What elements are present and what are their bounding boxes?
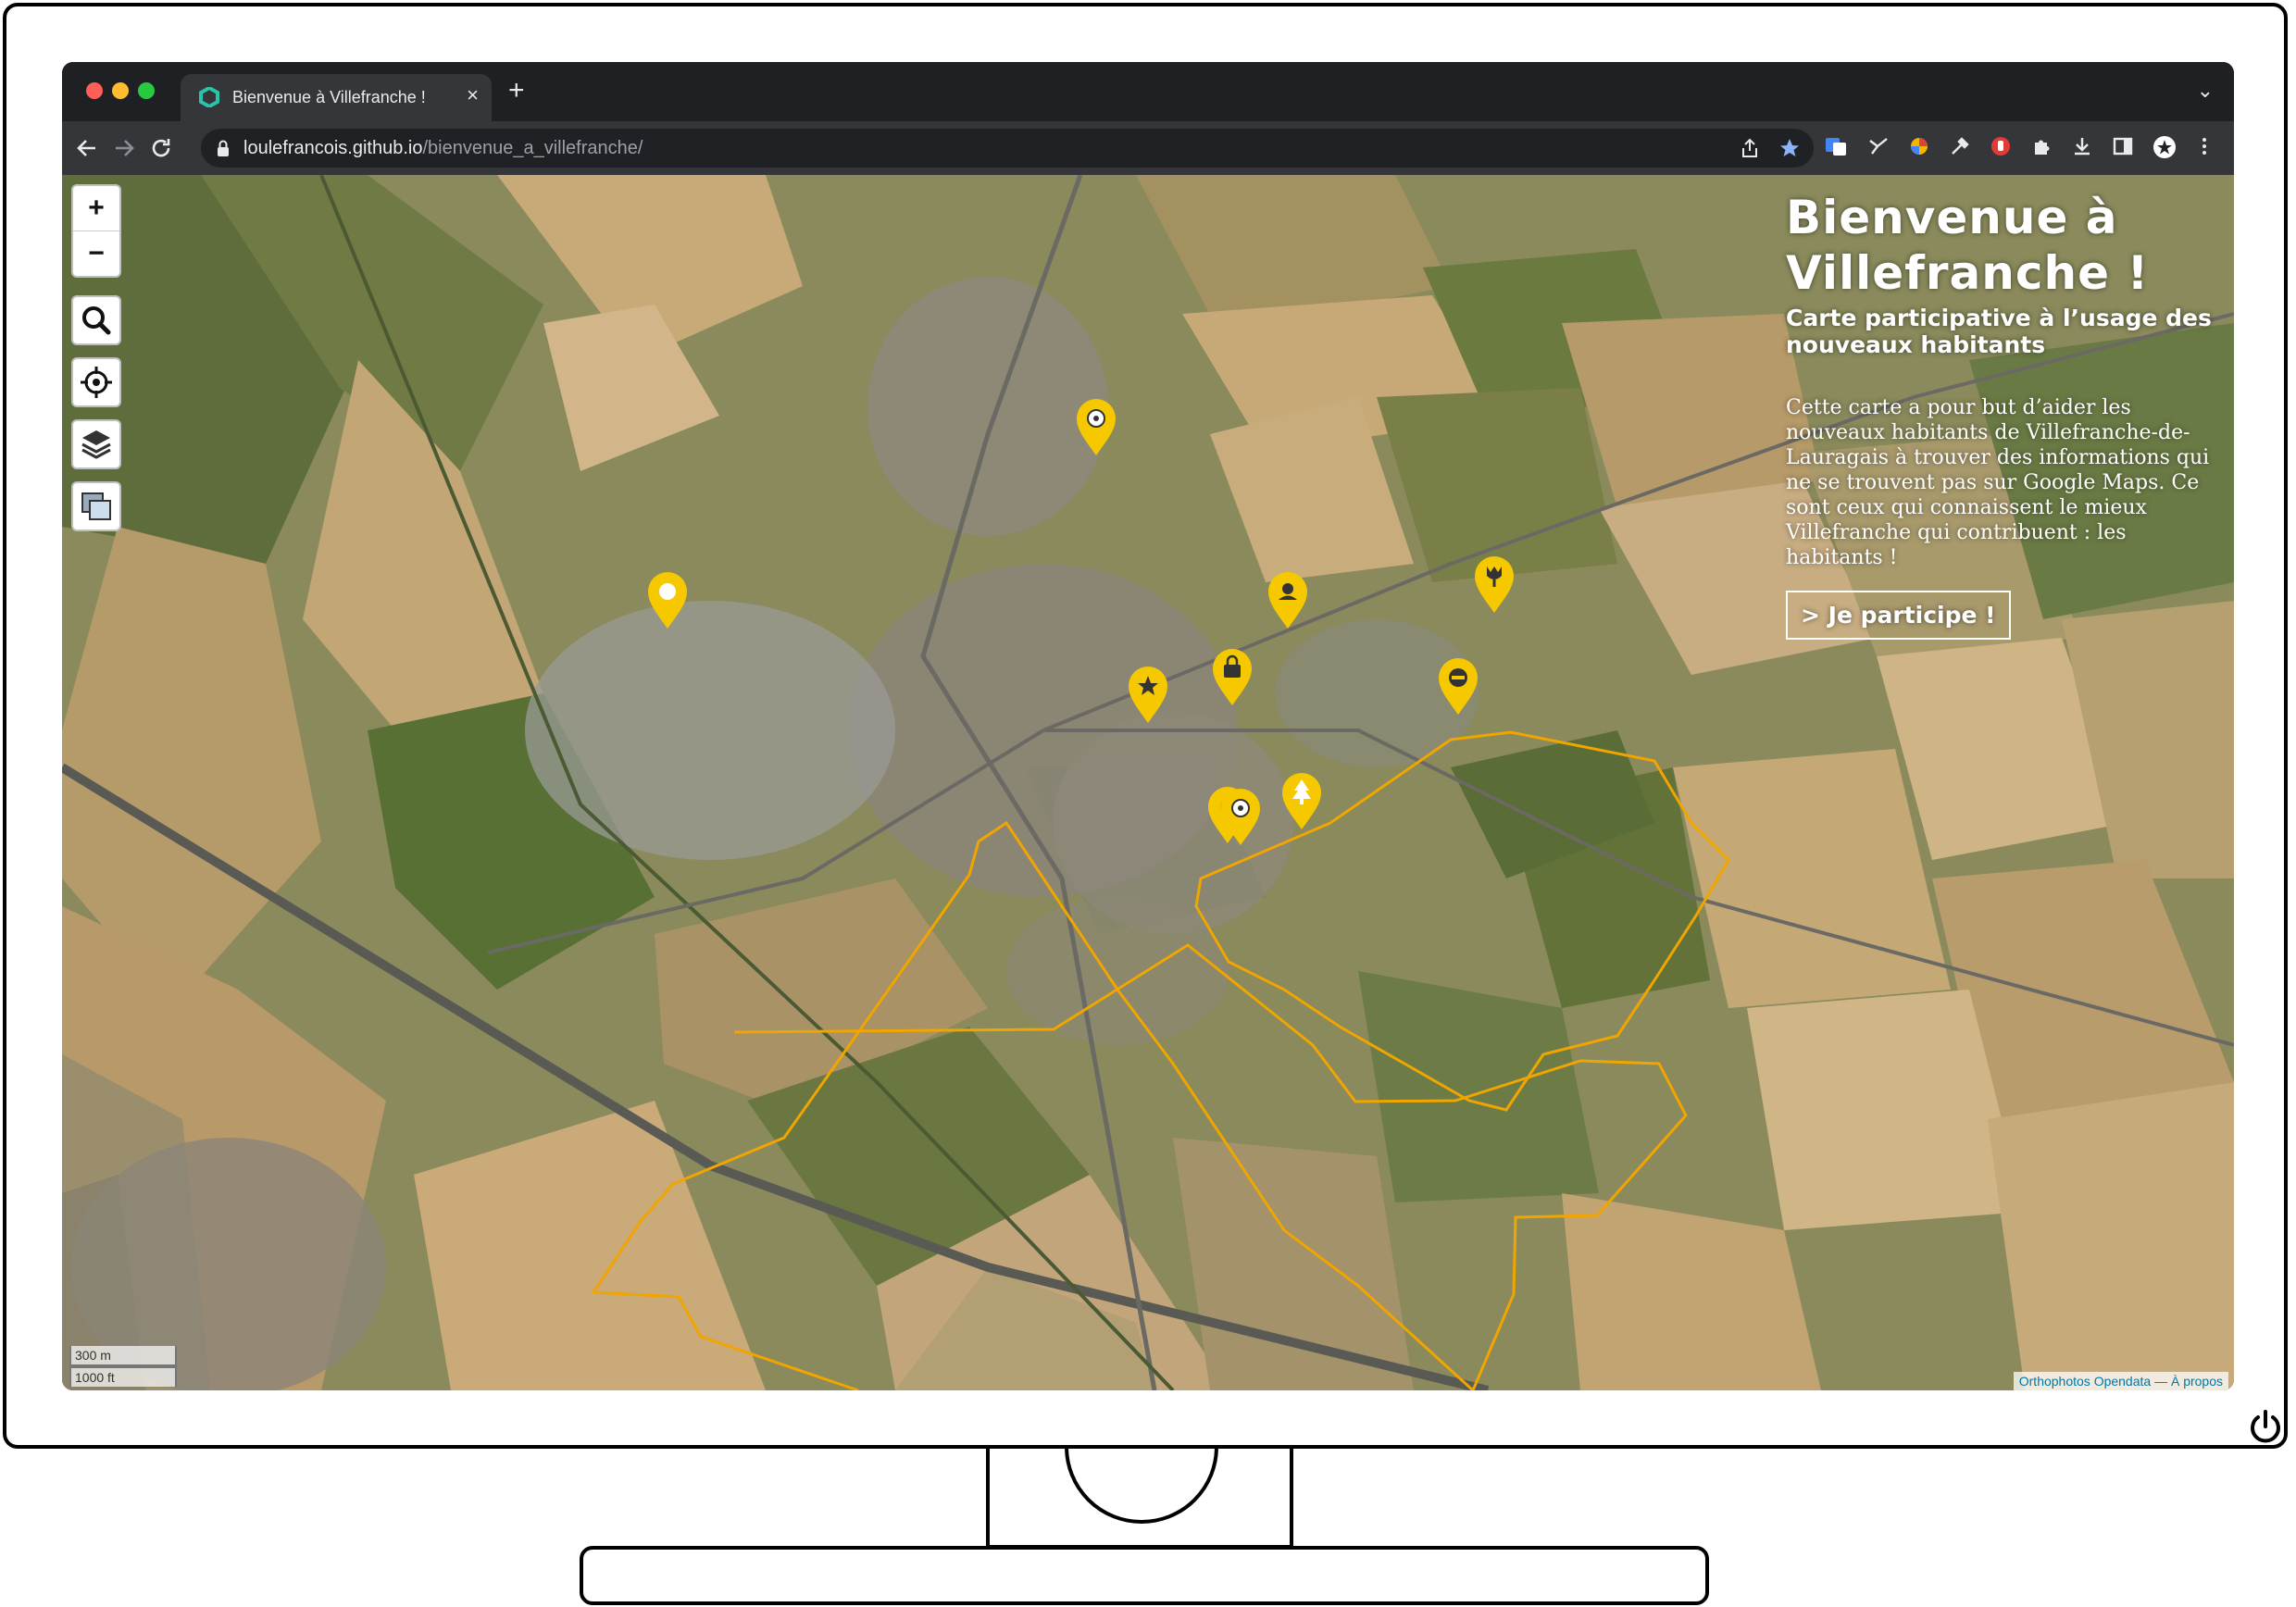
maximize-window-button[interactable] — [138, 82, 155, 99]
crosshair-icon — [81, 367, 112, 398]
welcome-subtitle: Carte participative à l’usage des nouvea… — [1786, 305, 2212, 358]
welcome-title: Bienvenue à Villefranche ! — [1786, 190, 2221, 301]
forward-arrow-icon[interactable] — [112, 136, 136, 160]
back-arrow-icon[interactable] — [75, 136, 99, 160]
welcome-title-line1: Bienvenue à — [1786, 191, 2118, 244]
marker-tulip-icon[interactable] — [1473, 555, 1516, 615]
marker-soccer-ball-icon[interactable] — [1075, 398, 1117, 457]
map-attribution[interactable]: Orthophotos Opendata — À propos — [2013, 1372, 2228, 1390]
search-icon — [82, 306, 111, 335]
power-icon[interactable] — [2245, 1406, 2286, 1447]
url-text: loulefrancois.github.io/bienvenue_a_vill… — [243, 138, 643, 159]
address-bar[interactable]: loulefrancois.github.io/bienvenue_a_vill… — [201, 129, 1814, 168]
map-viewport[interactable]: + − 300 m 1000 ft Orthophotos Opendata —… — [62, 175, 2234, 1390]
welcome-title-line2: Villefranche ! — [1786, 246, 2150, 300]
tab-close-icon[interactable]: × — [467, 83, 479, 107]
hand-stop-extension-icon[interactable] — [1990, 135, 2012, 157]
lock-icon — [218, 140, 229, 156]
layers-button[interactable] — [71, 419, 121, 469]
url-path: /bienvenue_a_villefranche/ — [422, 138, 643, 158]
screen: Bienvenue à Villefranche ! × + ⌄ loulefr… — [62, 62, 2234, 1390]
url-host: loulefrancois.github.io — [243, 138, 423, 158]
tab-title: Bienvenue à Villefranche ! — [232, 88, 426, 106]
bookmark-star-icon[interactable] — [1778, 137, 1801, 159]
locate-button[interactable] — [71, 357, 121, 407]
share-icon[interactable] — [1740, 138, 1760, 158]
scale-metric: 300 m — [69, 1346, 177, 1366]
minimap-button[interactable] — [71, 481, 121, 531]
marker-pin-dot-icon[interactable] — [646, 571, 689, 630]
layers-icon — [81, 430, 111, 459]
marker-bag-icon[interactable] — [1211, 648, 1254, 707]
close-window-button[interactable] — [86, 82, 103, 99]
marker-soccer-ball-icon-2[interactable] — [1219, 788, 1262, 847]
minimap-icon — [81, 492, 111, 520]
welcome-panel: Bienvenue à Villefranche ! Carte partici… — [1786, 190, 2221, 640]
marker-person-icon[interactable] — [1267, 571, 1309, 630]
side-panel-icon[interactable] — [2112, 135, 2134, 157]
zoom-control: + − — [71, 184, 121, 278]
kebab-menu-icon[interactable] — [2193, 135, 2215, 157]
color-picker-extension-icon[interactable] — [1908, 135, 1930, 157]
download-icon[interactable] — [2071, 135, 2093, 157]
minimize-window-button[interactable] — [112, 82, 129, 99]
marker-no-entry-icon[interactable] — [1437, 657, 1479, 716]
zoom-in-button[interactable]: + — [73, 186, 119, 230]
browser-toolbar: loulefrancois.github.io/bienvenue_a_vill… — [62, 121, 2234, 175]
new-tab-button[interactable]: + — [508, 75, 525, 106]
puzzle-extensions-icon[interactable] — [2030, 135, 2053, 157]
bird-extension-icon[interactable] — [1867, 135, 1890, 157]
favicon-icon — [199, 87, 219, 107]
participate-button[interactable]: > Je participe ! — [1786, 591, 2011, 640]
eyedropper-extension-icon[interactable] — [1949, 135, 1971, 157]
tab-search-icon[interactable]: ⌄ — [2197, 79, 2214, 103]
tab-bar: Bienvenue à Villefranche ! × + ⌄ — [62, 62, 2234, 121]
marker-star-icon[interactable] — [1127, 666, 1169, 725]
zoom-out-button[interactable]: − — [73, 230, 119, 276]
scale-imperial: 1000 ft — [69, 1366, 177, 1387]
search-button[interactable] — [71, 295, 121, 345]
translate-extension-icon[interactable] — [1825, 135, 1847, 157]
reload-icon[interactable] — [149, 136, 173, 160]
profile-avatar-icon[interactable] — [2152, 135, 2176, 158]
marker-tree-icon[interactable] — [1280, 772, 1323, 831]
monitor-stand-base — [580, 1546, 1709, 1605]
tab-active[interactable]: Bienvenue à Villefranche ! × — [181, 74, 492, 121]
welcome-description: Cette carte a pour but d’aider les nouve… — [1786, 396, 2210, 569]
